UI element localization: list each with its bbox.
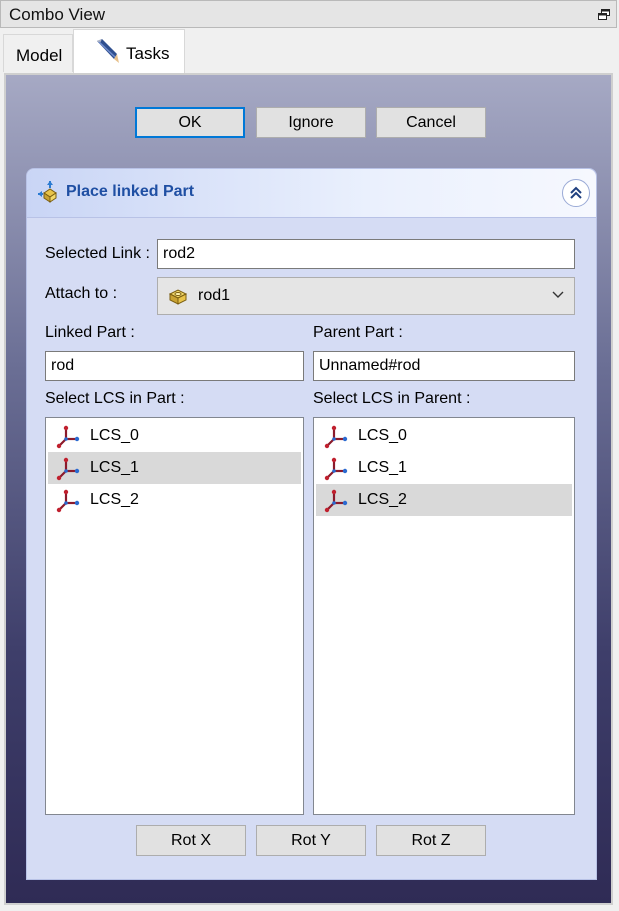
lcs-item-label: LCS_0 xyxy=(358,427,407,444)
lcs-parent-list-item[interactable]: LCS_2 xyxy=(316,484,572,516)
panel-header: Place linked Part xyxy=(27,169,596,218)
panel-title: Place linked Part xyxy=(66,183,195,200)
rot-y-button[interactable]: Rot Y xyxy=(256,825,366,856)
parent-part-label: Parent Part : xyxy=(313,324,403,341)
lcs-parent-list-item[interactable]: LCS_1 xyxy=(316,452,572,484)
tab-tasks-label: Tasks xyxy=(126,44,170,63)
parent-part-field[interactable]: Unnamed#rod xyxy=(313,351,575,381)
pencil-icon xyxy=(97,39,119,63)
lcs-part-label: Select LCS in Part : xyxy=(45,390,185,407)
lcs-parent-label: Select LCS in Parent : xyxy=(313,390,471,407)
lcs-part-list-item[interactable]: LCS_2 xyxy=(48,484,301,516)
lcs-item-label: LCS_1 xyxy=(358,459,407,476)
attach-to-dropdown[interactable]: rod1 xyxy=(157,277,575,315)
lcs-item-label: LCS_2 xyxy=(90,491,139,508)
lcs-parent-list-item[interactable]: LCS_0 xyxy=(316,420,572,452)
float-window-icon[interactable] xyxy=(598,9,610,20)
place-linked-part-panel: Place linked Part Selected Link : rod2 A… xyxy=(26,168,597,880)
lcs-axis-icon xyxy=(324,489,348,513)
ok-button[interactable]: OK xyxy=(135,107,245,138)
lcs-axis-icon xyxy=(324,457,348,481)
lcs-parent-list[interactable]: LCS_0 LCS_1 LCS_2 xyxy=(313,417,575,815)
rot-z-button[interactable]: Rot Z xyxy=(376,825,486,856)
combo-view-title: Combo View xyxy=(9,5,106,24)
lcs-axis-icon xyxy=(56,425,80,449)
lcs-part-list-item[interactable]: LCS_0 xyxy=(48,420,301,452)
combo-view-titlebar: Combo View xyxy=(0,0,617,28)
double-chevron-up-icon xyxy=(570,186,582,199)
cancel-button[interactable]: Cancel xyxy=(376,107,486,138)
task-pane: OK Ignore Cancel Place linked Part Selec xyxy=(4,73,613,905)
attach-to-value: rod1 xyxy=(198,287,231,304)
linked-part-label: Linked Part : xyxy=(45,324,135,341)
lcs-part-list[interactable]: LCS_0 LCS_1 LCS_2 xyxy=(45,417,304,815)
lcs-item-label: LCS_0 xyxy=(90,427,139,444)
rot-x-button[interactable]: Rot X xyxy=(136,825,246,856)
part-icon xyxy=(168,289,188,305)
tab-model-label: Model xyxy=(16,46,63,65)
selected-link-label: Selected Link : xyxy=(45,245,150,262)
lcs-axis-icon xyxy=(324,425,348,449)
lcs-axis-icon xyxy=(56,457,80,481)
place-link-icon xyxy=(38,181,57,203)
lcs-axis-icon xyxy=(56,489,80,513)
lcs-part-list-item[interactable]: LCS_1 xyxy=(48,452,301,484)
attach-to-label: Attach to : xyxy=(45,285,118,302)
tab-bar: Model Tasks xyxy=(0,28,619,73)
ignore-button[interactable]: Ignore xyxy=(256,107,366,138)
tab-model[interactable]: Model xyxy=(3,34,73,72)
chevron-down-icon xyxy=(552,291,564,298)
linked-part-field[interactable]: rod xyxy=(45,351,304,381)
collapse-panel-button[interactable] xyxy=(562,179,590,207)
selected-link-field[interactable]: rod2 xyxy=(157,239,575,269)
tab-tasks[interactable]: Tasks xyxy=(73,29,185,73)
lcs-item-label: LCS_1 xyxy=(90,459,139,476)
lcs-item-label: LCS_2 xyxy=(358,491,407,508)
